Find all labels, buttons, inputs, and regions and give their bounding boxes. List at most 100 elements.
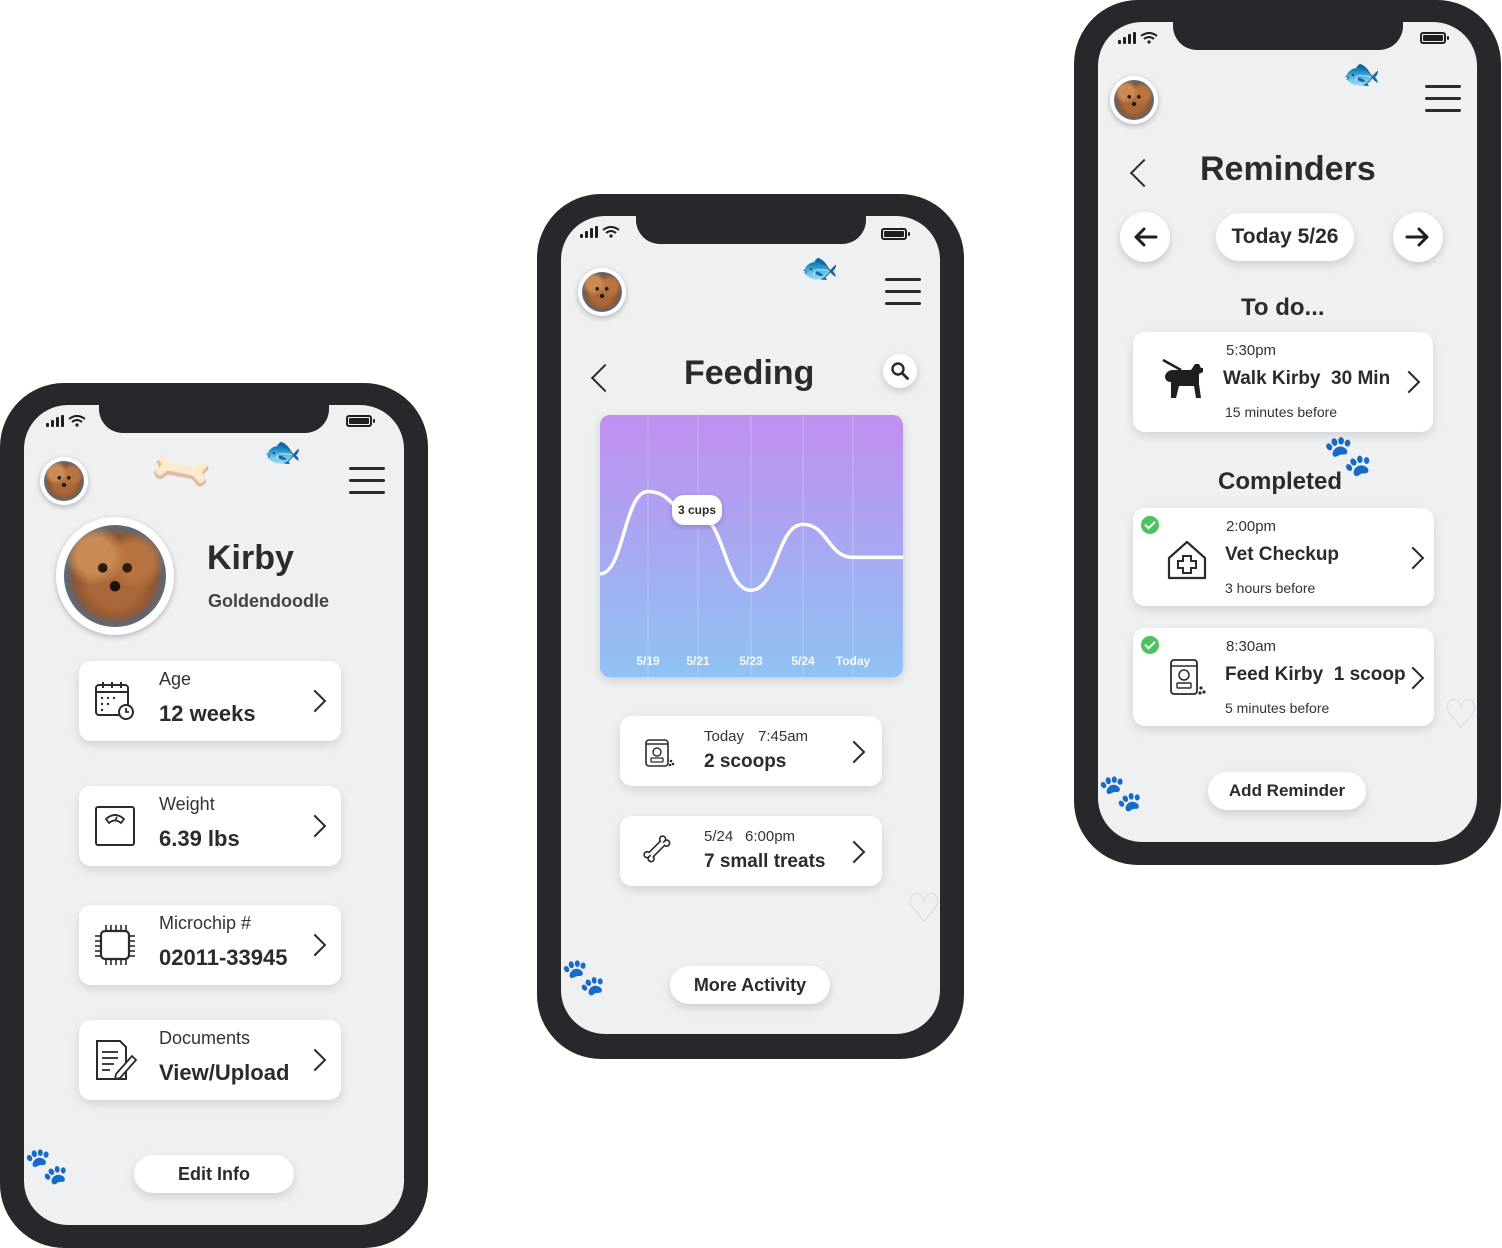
x-tick-label: 5/24	[791, 654, 815, 668]
chart-canvas: 5/19 5/21 5/23 5/24 Today	[600, 415, 903, 677]
documents-card[interactable]: Documents View/Upload	[79, 1020, 341, 1100]
microchip-value: 02011-33945	[159, 945, 288, 970]
profile-photo[interactable]	[56, 517, 174, 635]
chart-tooltip: 3 cups	[672, 495, 722, 525]
heart-decoration-icon: ♡	[1443, 693, 1477, 737]
weight-label: Weight	[159, 794, 215, 814]
microchip-card[interactable]: Microchip # 02011-33945	[79, 905, 341, 985]
documents-value: View/Upload	[159, 1060, 290, 1085]
chevron-right-icon[interactable]	[1401, 546, 1425, 570]
menu-icon[interactable]	[885, 278, 921, 305]
document-icon	[96, 1040, 138, 1081]
chevron-right-icon[interactable]	[303, 814, 327, 838]
entry-date: 5/24	[704, 828, 734, 845]
chevron-right-icon[interactable]	[303, 933, 327, 957]
chevron-right-icon[interactable]	[842, 840, 866, 864]
signal-wifi-status	[1118, 32, 1158, 44]
search-button[interactable]	[883, 354, 917, 388]
vet-house-icon	[1167, 540, 1207, 580]
chevron-right-icon[interactable]	[303, 689, 327, 713]
edit-info-button[interactable]: Edit Info	[134, 1155, 294, 1193]
back-chevron-icon[interactable]	[1129, 158, 1159, 188]
reminder-task: Walk Kirby 30 Min	[1223, 368, 1391, 389]
entry-amount: 2 scoops	[704, 751, 787, 772]
entry-time: 6:00pm	[745, 828, 796, 845]
battery-icon	[881, 228, 910, 240]
chevron-right-icon[interactable]	[842, 740, 866, 764]
back-chevron-icon[interactable]	[590, 363, 620, 393]
more-activity-button[interactable]: More Activity	[670, 966, 830, 1004]
chevron-right-icon[interactable]	[303, 1048, 327, 1072]
entry-time: 7:45am	[758, 728, 809, 745]
menu-icon[interactable]	[1425, 85, 1461, 112]
menu-icon[interactable]	[349, 467, 385, 494]
wifi-icon	[68, 415, 86, 427]
pet-breed: Goldendoodle	[208, 591, 329, 611]
dog-avatar-image	[44, 461, 84, 501]
search-icon	[891, 362, 909, 380]
wifi-icon	[1140, 32, 1158, 44]
fish-decoration-icon: 🐟	[801, 252, 839, 285]
dog-photo-image	[64, 525, 166, 627]
age-card[interactable]: Age 12 weeks	[79, 661, 341, 741]
signal-icon	[46, 415, 64, 427]
paw-decoration-icon: 🐾	[561, 956, 606, 997]
todo-heading: To do...	[1241, 294, 1325, 321]
signal-wifi-status	[46, 415, 86, 427]
paw-decoration-icon: 🐾	[1098, 772, 1143, 813]
x-tick-label: 5/19	[636, 654, 660, 668]
chip-icon	[95, 925, 135, 965]
fish-decoration-icon: 🐟	[264, 436, 302, 469]
reminder-note: 3 hours before	[1225, 580, 1316, 596]
next-day-button[interactable]	[1393, 212, 1443, 262]
x-tick-label: Today	[836, 654, 871, 668]
x-tick-label: 5/21	[686, 654, 710, 668]
weight-value: 6.39 lbs	[159, 826, 240, 851]
avatar[interactable]	[578, 268, 626, 316]
phone-profile: 🦴 🐟 🐾 Kirby Goldendoodle Age 12 weeks We…	[0, 383, 428, 1248]
reminder-note: 5 minutes before	[1225, 700, 1330, 716]
add-reminder-button[interactable]: Add Reminder	[1208, 772, 1366, 810]
arrow-left-icon	[1134, 227, 1158, 247]
battery-icon	[1420, 32, 1449, 44]
date-selector[interactable]: Today 5/26	[1216, 213, 1354, 261]
microchip-label: Microchip #	[159, 913, 252, 933]
entry-date: Today	[704, 728, 745, 745]
reminder-task: Feed Kirby 1 scoop	[1225, 664, 1406, 685]
notch	[99, 405, 329, 433]
reminder-time: 5:30pm	[1226, 342, 1277, 359]
feeding-screen: 🐟 ♡ 🐾 Feeding 5/19 5/21 5/23 5/24 Today …	[561, 216, 940, 1034]
reminder-time: 8:30am	[1226, 638, 1277, 655]
food-bag-icon	[1170, 659, 1206, 695]
weight-card[interactable]: Weight 6.39 lbs	[79, 786, 341, 866]
chevron-right-icon[interactable]	[1397, 370, 1421, 394]
bone-icon	[643, 835, 671, 863]
pet-name: Kirby	[207, 539, 294, 577]
check-icon	[1141, 516, 1159, 534]
food-bag-icon	[645, 739, 675, 767]
reminder-card[interactable]: 2:00pm Vet Checkup 3 hours before	[1133, 508, 1434, 606]
reminder-card[interactable]: 8:30am Feed Kirby 1 scoop 5 minutes befo…	[1133, 628, 1434, 726]
reminder-task: Vet Checkup	[1225, 544, 1340, 565]
notch	[636, 216, 866, 244]
battery-icon	[346, 415, 375, 427]
previous-day-button[interactable]	[1120, 212, 1170, 262]
completed-heading: Completed	[1218, 468, 1343, 495]
avatar[interactable]	[40, 457, 88, 505]
feeding-chart: 5/19 5/21 5/23 5/24 Today 3 cups	[600, 415, 903, 677]
reminders-screen: 🐟 🐾 ♡ 🐾 Reminders Today 5/26 To do... 5:…	[1098, 22, 1477, 842]
dog-avatar-image	[582, 272, 622, 312]
page-title: Feeding	[684, 354, 815, 392]
dog-walk-icon	[1162, 358, 1203, 398]
arrow-right-icon	[1405, 227, 1429, 247]
x-tick-label: 5/23	[739, 654, 763, 668]
feeding-entry-card[interactable]: Today 7:45am 2 scoops	[620, 716, 882, 786]
wifi-icon	[602, 226, 620, 238]
paw-decoration-icon: 🐾	[24, 1145, 69, 1186]
dog-avatar-image	[1114, 80, 1154, 120]
check-icon	[1141, 636, 1159, 654]
avatar[interactable]	[1110, 76, 1158, 124]
reminder-card[interactable]: 5:30pm Walk Kirby 30 Min 15 minutes befo…	[1133, 332, 1433, 432]
age-label: Age	[159, 669, 192, 689]
feeding-entry-card[interactable]: 5/24 6:00pm 7 small treats	[620, 816, 882, 886]
